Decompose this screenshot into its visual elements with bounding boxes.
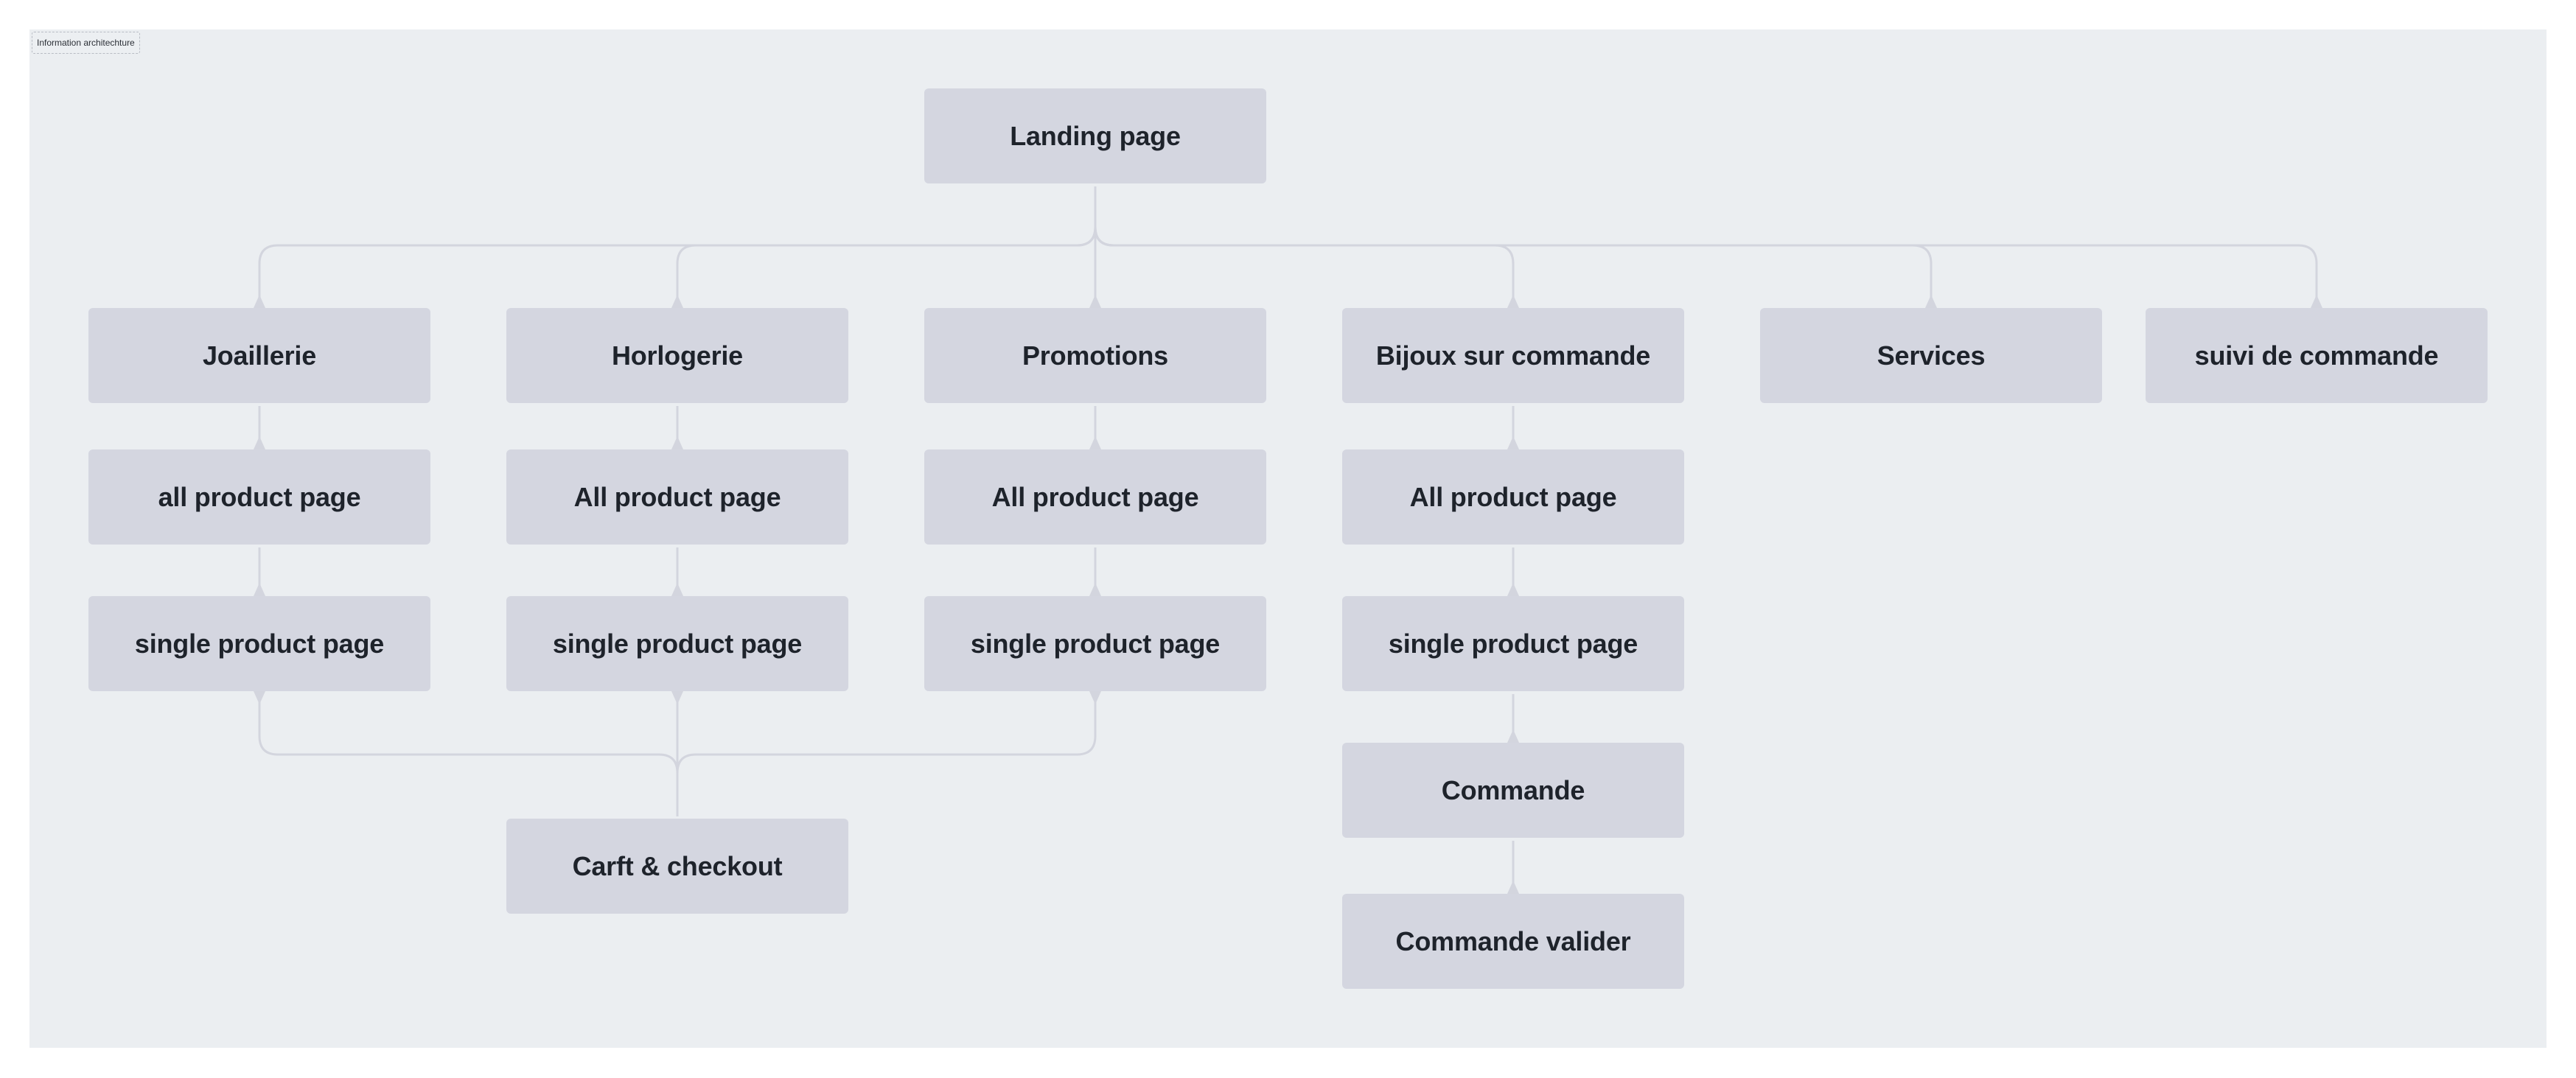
node-horlogerie-single-product-page[interactable]: single product page [506,596,848,691]
node-cart-checkout[interactable]: Carft & checkout [506,819,848,914]
node-bijoux-all-product-page[interactable]: All product page [1342,449,1684,545]
node-horlogerie[interactable]: Horlogerie [506,308,848,403]
node-suivi-de-commande[interactable]: suivi de commande [2146,308,2488,403]
node-horlogerie-all-product-page[interactable]: All product page [506,449,848,545]
node-landing-page[interactable]: Landing page [924,88,1266,183]
node-services[interactable]: Services [1760,308,2102,403]
node-bijoux-single-product-page[interactable]: single product page [1342,596,1684,691]
node-bijoux-sur-commande[interactable]: Bijoux sur commande [1342,308,1684,403]
node-commande[interactable]: Commande [1342,743,1684,838]
node-promotions-single-product-page[interactable]: single product page [924,596,1266,691]
node-commande-valider[interactable]: Commande valider [1342,894,1684,989]
node-joaillerie-single-product-page[interactable]: single product page [88,596,430,691]
frame-label[interactable]: Information architechture [32,32,140,54]
node-joaillerie-all-product-page[interactable]: all product page [88,449,430,545]
node-promotions-all-product-page[interactable]: All product page [924,449,1266,545]
node-promotions[interactable]: Promotions [924,308,1266,403]
node-joaillerie[interactable]: Joaillerie [88,308,430,403]
